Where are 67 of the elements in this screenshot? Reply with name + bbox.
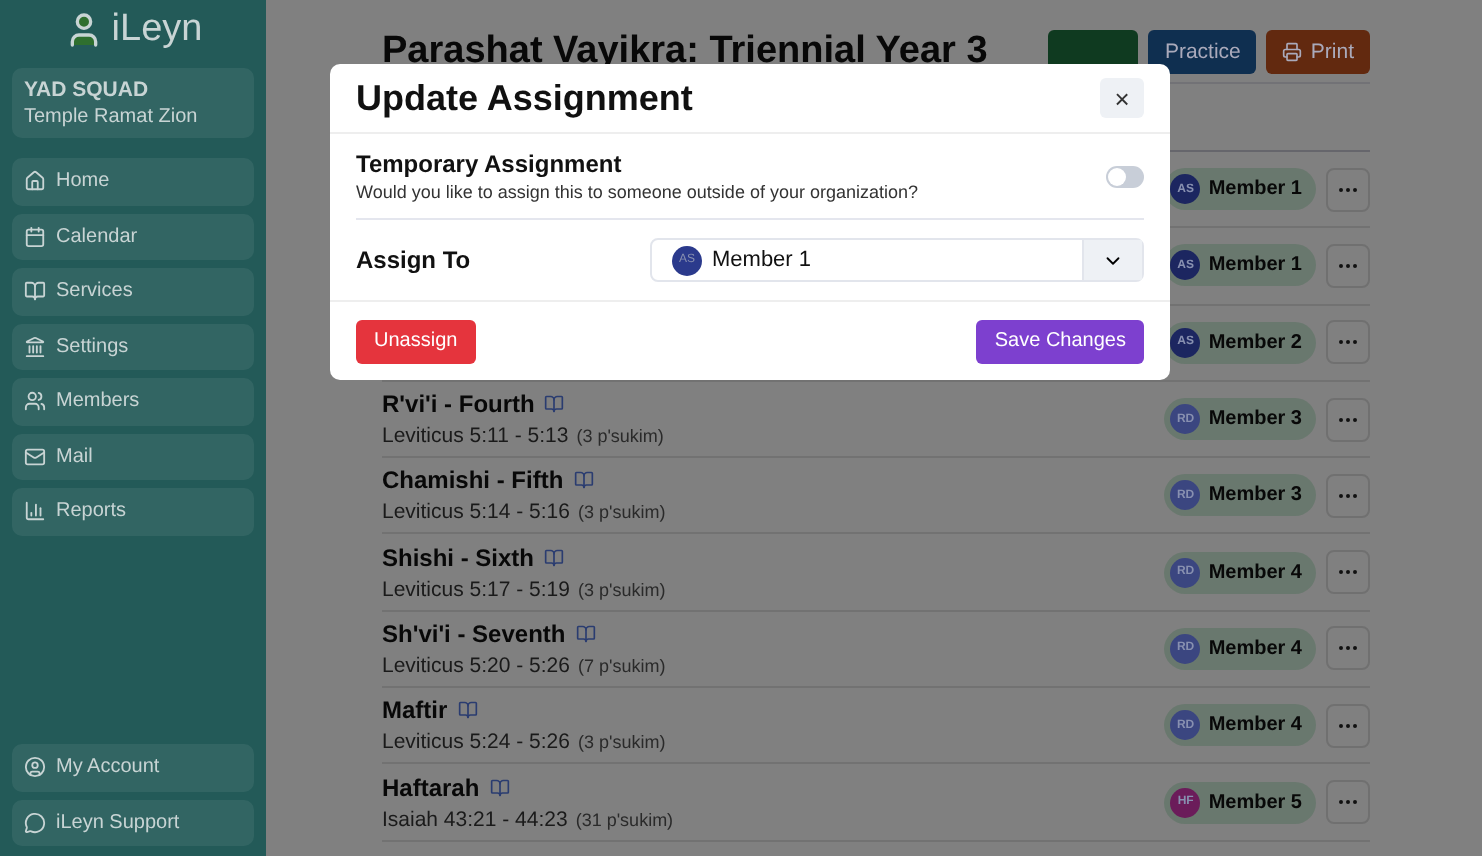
verse-count: (3 p'sukim) bbox=[577, 732, 666, 753]
verse-count: (3 p'sukim) bbox=[577, 579, 666, 600]
modal-title: Update Assignment bbox=[356, 77, 693, 119]
more-button[interactable] bbox=[1326, 626, 1370, 671]
more-button[interactable] bbox=[1326, 243, 1370, 288]
verse-count: (3 p'sukim) bbox=[577, 502, 666, 523]
building-icon bbox=[24, 335, 46, 358]
organization-name: YAD SQUAD bbox=[24, 78, 151, 102]
calendar-icon bbox=[24, 225, 46, 248]
selected-value: Member 1 bbox=[712, 248, 812, 272]
verse-range: Leviticus 5:17 - 5:19 bbox=[382, 577, 570, 602]
print-button[interactable]: Print bbox=[1266, 29, 1370, 73]
brand-name: iLeyn bbox=[111, 8, 203, 52]
sidebar-item[interactable]: Reports bbox=[12, 488, 254, 535]
verse-count: (3 p'sukim) bbox=[576, 426, 664, 447]
home-icon bbox=[24, 170, 46, 193]
more-button[interactable] bbox=[1326, 167, 1370, 212]
book-icon[interactable] bbox=[575, 623, 596, 644]
sidebar-item[interactable]: Members bbox=[12, 378, 254, 425]
sidebar-item[interactable]: Settings bbox=[12, 323, 254, 370]
sidebar-item[interactable]: Calendar bbox=[12, 213, 254, 260]
verse-range: Leviticus 5:20 - 5:26 bbox=[382, 653, 570, 678]
mail-icon bbox=[24, 445, 46, 468]
verse-count: (7 p'sukim) bbox=[577, 655, 666, 676]
chat-icon bbox=[24, 811, 46, 834]
aliyah-name: Maftir bbox=[382, 696, 448, 725]
field-label: Assign To bbox=[356, 246, 471, 274]
verse-range: Leviticus 5:24 - 5:26 bbox=[382, 730, 570, 755]
more-button[interactable] bbox=[1326, 320, 1370, 365]
book-icon bbox=[24, 280, 46, 303]
more-button[interactable] bbox=[1326, 397, 1370, 442]
bar-chart-icon bbox=[24, 500, 46, 523]
sidebar-item[interactable]: iLeyn Support bbox=[12, 799, 254, 846]
book-icon[interactable] bbox=[544, 394, 565, 415]
book-icon[interactable] bbox=[489, 777, 510, 798]
sidebar-item[interactable]: Mail bbox=[12, 433, 254, 480]
toggle-switch[interactable] bbox=[1106, 165, 1144, 187]
unassign-button[interactable]: Unassign bbox=[356, 319, 476, 363]
aliyah-name: Chamishi - Fifth bbox=[382, 466, 564, 495]
sidebar-item[interactable]: My Account bbox=[12, 744, 254, 791]
field-label: Temporary Assignment bbox=[356, 150, 624, 178]
book-icon[interactable] bbox=[573, 470, 594, 491]
sidebar-item[interactable]: Services bbox=[12, 268, 254, 315]
aliyah-name: R'vi'i - Fourth bbox=[382, 390, 535, 419]
aliyah-name: Sh'vi'i - Seventh bbox=[382, 619, 566, 648]
organization-subtitle: Temple Ramat Zion bbox=[24, 106, 200, 128]
book-icon[interactable] bbox=[544, 547, 565, 568]
aliyah-name: Shishi - Sixth bbox=[382, 543, 535, 572]
book-icon[interactable] bbox=[457, 700, 478, 721]
printer-icon bbox=[1282, 41, 1303, 61]
more-button[interactable] bbox=[1326, 550, 1370, 595]
verse-range: Isaiah 43:21 - 44:23 bbox=[382, 807, 568, 832]
verse-count: (31 p'sukim) bbox=[575, 809, 674, 830]
verse-range: Leviticus 5:11 - 5:13 bbox=[382, 424, 569, 449]
people-icon bbox=[24, 390, 46, 413]
practice-button[interactable]: Practice bbox=[1148, 29, 1257, 73]
more-button[interactable] bbox=[1326, 703, 1370, 748]
field-description: Would you like to assign this to someone outside of your organization? bbox=[356, 182, 918, 202]
more-button[interactable] bbox=[1326, 780, 1370, 825]
aliyah-name: Haftarah bbox=[382, 773, 480, 802]
sidebar-item[interactable]: Home bbox=[12, 158, 254, 205]
verse-range: Leviticus 5:14 - 5:16 bbox=[382, 500, 570, 525]
close-button[interactable]: × bbox=[1100, 78, 1144, 118]
more-button[interactable] bbox=[1326, 473, 1370, 518]
page-title: Parashat Vayikra: Triennial Year 3 bbox=[382, 29, 988, 73]
save-button[interactable]: Save Changes bbox=[976, 319, 1144, 363]
user-icon bbox=[24, 756, 46, 779]
